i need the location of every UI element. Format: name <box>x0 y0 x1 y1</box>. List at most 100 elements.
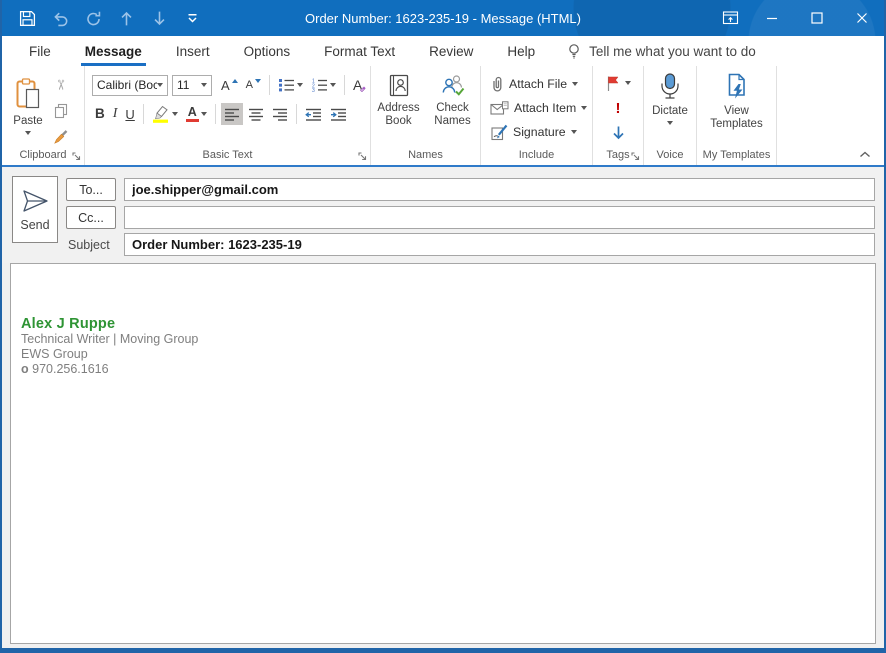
quick-access-toolbar <box>18 9 201 27</box>
tell-me-box[interactable]: Tell me what you want to do <box>566 36 756 66</box>
close-button[interactable] <box>839 0 884 36</box>
shrink-font-button[interactable]: A <box>243 74 264 96</box>
format-painter-button[interactable] <box>49 126 72 148</box>
font-color-button[interactable]: A <box>183 103 210 125</box>
address-book-button[interactable]: AddressBook <box>373 67 425 145</box>
clipboard-dialog-launcher[interactable] <box>72 152 81 161</box>
follow-up-flag-button[interactable] <box>602 72 634 94</box>
format-painter-icon <box>52 129 69 146</box>
send-button[interactable]: Send <box>12 176 58 243</box>
tab-help[interactable]: Help <box>495 36 547 66</box>
eraser-icon <box>357 85 366 94</box>
signature-icon <box>490 124 508 141</box>
to-button[interactable]: To... <box>66 178 116 201</box>
highlight-caret <box>172 112 178 116</box>
group-names: AddressBook CheckNames Names <box>371 66 481 165</box>
cc-button[interactable]: Cc... <box>66 206 116 229</box>
move-up-button[interactable] <box>117 9 135 27</box>
highlight-icon <box>152 105 170 123</box>
names-group-label: Names <box>371 149 480 161</box>
signature-phone: o 970.256.1616 <box>21 362 198 377</box>
bullets-icon <box>278 78 295 92</box>
tags-dialog-launcher[interactable] <box>631 152 640 161</box>
bold-button[interactable]: B <box>92 103 108 125</box>
font-name-caret <box>157 83 163 87</box>
ribbon-filler <box>777 66 884 165</box>
bullets-caret <box>297 83 303 87</box>
font-size-combo[interactable]: 11 <box>172 75 212 96</box>
paste-label: Paste <box>13 115 42 128</box>
tab-review[interactable]: Review <box>417 36 485 66</box>
font-name-combo[interactable]: Calibri (Boc <box>92 75 168 96</box>
numbering-icon: 123 <box>311 78 328 92</box>
attach-file-button[interactable]: Attach File <box>481 72 592 96</box>
numbering-button[interactable]: 123 <box>308 74 339 96</box>
tab-insert[interactable]: Insert <box>164 36 222 66</box>
underline-button[interactable]: U <box>122 103 137 125</box>
redo-button[interactable] <box>84 9 102 27</box>
align-left-button[interactable] <box>221 103 243 125</box>
tell-me-label: Tell me what you want to do <box>589 44 756 59</box>
dictate-label: Dictate <box>652 105 688 118</box>
high-importance-icon: ! <box>616 101 621 116</box>
basic-text-dialog-launcher[interactable] <box>358 152 367 161</box>
clear-formatting-button[interactable]: A <box>350 74 365 96</box>
align-left-icon <box>224 108 240 121</box>
redo-icon <box>85 10 102 27</box>
copy-button[interactable] <box>50 100 72 122</box>
low-importance-button[interactable] <box>608 122 629 144</box>
font-color-caret <box>201 112 207 116</box>
low-importance-icon <box>611 125 626 141</box>
attach-item-button[interactable]: Attach Item <box>481 96 592 120</box>
check-names-button[interactable]: CheckNames <box>427 67 479 145</box>
customize-qat-button[interactable] <box>183 9 201 27</box>
align-right-button[interactable] <box>269 103 291 125</box>
grow-font-button[interactable]: A <box>218 74 241 96</box>
minimize-icon <box>764 10 780 26</box>
save-button[interactable] <box>18 9 36 27</box>
dictate-button[interactable]: Dictate <box>644 66 696 144</box>
compose-header: Send To... Cc... Subject <box>2 167 884 263</box>
minimize-button[interactable] <box>749 0 794 36</box>
bullets-button[interactable] <box>275 74 306 96</box>
collapse-ribbon-button[interactable] <box>859 151 871 158</box>
dialog-launcher-icon <box>358 152 367 161</box>
paste-button[interactable]: Paste <box>10 71 46 149</box>
tab-format-text[interactable]: Format Text <box>312 36 407 66</box>
undo-button[interactable] <box>51 9 69 27</box>
increase-indent-button[interactable] <box>327 103 350 125</box>
maximize-button[interactable] <box>794 0 839 36</box>
address-book-label-2: Book <box>385 115 411 127</box>
paste-clipboard-icon <box>14 78 42 110</box>
tab-message[interactable]: Message <box>73 36 154 66</box>
decrease-indent-button[interactable] <box>302 103 325 125</box>
italic-button[interactable]: I <box>110 103 121 125</box>
arrow-up-icon <box>118 10 135 27</box>
check-names-label-2: Names <box>434 115 470 127</box>
group-basic-text: Calibri (Boc 11 A A <box>85 66 371 165</box>
align-center-button[interactable] <box>245 103 267 125</box>
cc-field[interactable] <box>124 206 875 229</box>
send-label: Send <box>20 218 49 232</box>
shrink-font-caret <box>255 79 261 83</box>
tab-file[interactable]: File <box>17 36 63 66</box>
high-importance-button[interactable]: ! <box>613 97 624 119</box>
save-icon <box>19 10 36 27</box>
attach-item-icon <box>490 101 509 116</box>
subject-field[interactable] <box>124 233 875 256</box>
message-body[interactable]: Alex J Ruppe Technical Writer | Moving G… <box>10 263 876 644</box>
to-field[interactable] <box>124 178 875 201</box>
cut-button[interactable]: ✂ <box>52 74 70 96</box>
tab-options[interactable]: Options <box>232 36 303 66</box>
flag-caret <box>625 81 631 85</box>
attach-item-label: Attach Item <box>514 101 576 115</box>
ribbon-display-options-button[interactable] <box>711 0 749 36</box>
signature-button[interactable]: Signature <box>481 120 592 144</box>
font-size-value: 11 <box>177 78 189 92</box>
view-templates-icon <box>725 73 748 100</box>
view-templates-button[interactable]: ViewTemplates <box>697 66 776 144</box>
move-down-button[interactable] <box>150 9 168 27</box>
highlight-button[interactable] <box>149 103 181 125</box>
align-right-icon <box>272 108 288 121</box>
font-size-caret <box>201 83 207 87</box>
